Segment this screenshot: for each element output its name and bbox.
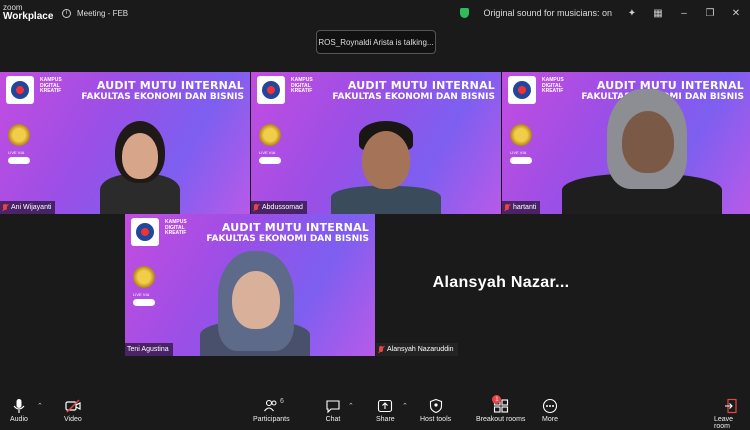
shield-icon [429,398,442,414]
banner-subtitle: FAKULTAS EKONOMI DAN BISNIS [206,234,369,244]
participant-name: Alansyah Nazaruddin [387,346,454,353]
audio-button[interactable]: Audio [10,398,28,423]
zoom-tag [133,299,155,306]
participant-name: Ani Wijayanti [11,204,52,211]
banner-subtitle: FAKULTAS EKONOMI DAN BISNIS [81,92,244,102]
banner-subtitle: FAKULTAS EKONOMI DAN BISNIS [332,92,495,102]
meeting-toolbar: Audio ⌃ Video Participants 6 Chat ⌃ Shar… [0,395,750,430]
zoom-logo: zoom Workplace [0,4,58,22]
shield-icon[interactable] [460,8,470,18]
university-logo [257,76,285,104]
live-via-label: LIVE VIA [510,150,527,155]
microphone-icon [13,399,25,413]
live-via-label: LIVE VIA [259,150,276,155]
participant-video [200,251,310,356]
participant-name: Abdussomad [262,204,303,211]
participants-button[interactable]: Participants [253,398,290,423]
participants-icon [264,399,277,412]
more-icon [542,398,558,414]
medal-icon [8,124,30,146]
kampus-label: KAMPUS DIGITAL KREATIF [542,77,564,94]
banner-title: AUDIT MUTU INTERNAL [96,79,244,92]
university-logo [6,76,34,104]
mic-muted-icon [2,203,8,212]
university-logo [508,76,536,104]
share-options-chevron-icon[interactable]: ⌃ [402,402,408,410]
participant-video [95,119,185,214]
medal-icon [259,124,281,146]
leave-door-icon [725,398,737,414]
info-icon[interactable]: i [62,8,71,18]
kampus-label: KAMPUS DIGITAL KREATIF [40,77,62,94]
name-label: Abdussomad [251,201,307,214]
talking-indicator: ROS_Roynaldi Arista is talking... [316,30,436,54]
minimize-icon[interactable]: – [678,8,690,19]
video-tile-hartanti[interactable]: KAMPUS DIGITAL KREATIF LIVE VIA AUDIT MUTU… [502,72,750,214]
wand-icon[interactable]: ✦ [626,8,638,19]
mic-muted-icon [378,345,384,354]
name-label: Alansyah Nazaruddin [376,343,458,356]
original-sound-status[interactable]: Original sound for musicians: on [483,8,612,18]
kampus-label: KAMPUS DIGITAL KREATIF [291,77,313,94]
live-via-label: LIVE VIA [133,292,150,297]
name-label: Teni Agustina [125,343,173,356]
mic-muted-icon [253,203,259,212]
audio-options-chevron-icon[interactable]: ⌃ [37,402,43,410]
host-tools-button[interactable]: Host tools [420,398,451,423]
participants-count: 6 [280,398,284,405]
video-tile-abdussomad[interactable]: KAMPUS DIGITAL KREATIF LIVE VIA AUDIT MUTU… [251,72,501,214]
share-button[interactable]: Share [376,398,395,423]
breakout-rooms-button[interactable]: 1 Breakout rooms [476,395,525,423]
banner-title: AUDIT MUTU INTERNAL [347,79,495,92]
chat-icon [326,400,340,414]
name-label: Ani Wijayanti [0,201,56,214]
banner-title: AUDIT MUTU INTERNAL [221,221,369,234]
video-tile-alansyah[interactable]: Alansyah Nazar... Alansyah Nazaruddin [376,214,626,356]
close-icon[interactable]: ✕ [730,8,742,19]
chat-options-chevron-icon[interactable]: ⌃ [348,402,354,410]
grid-view-icon[interactable]: ▦ [652,8,664,19]
leave-room-button[interactable]: Leave room [714,398,750,430]
chat-button[interactable]: Chat [325,398,341,423]
kampus-label: KAMPUS DIGITAL KREATIF [165,219,187,236]
participant-video [562,89,722,214]
medal-icon [510,124,532,146]
video-button[interactable]: Video [64,398,82,423]
meeting-info[interactable]: i Meeting - FEB [62,8,129,18]
share-screen-icon [378,399,393,413]
video-tile-ani[interactable]: KAMPUS DIGITAL KREATIF LIVE VIA AUDIT MUTU… [0,72,250,214]
meeting-title: Meeting - FEB [77,8,129,18]
participant-video [331,119,441,214]
title-bar: zoom Workplace i Meeting - FEB Original … [0,0,750,26]
zoom-tag [510,157,532,164]
mic-muted-icon [504,203,510,212]
zoom-tag [259,157,281,164]
university-logo [131,218,159,246]
medal-icon [133,266,155,288]
live-via-label: LIVE VIA [8,150,25,155]
name-label: hartanti [502,201,541,214]
brand-bottom: Workplace [3,11,54,22]
video-tile-teni[interactable]: KAMPUS DIGITAL KREATIF LIVE VIA AUDIT MUTU… [125,214,375,356]
video-off-icon [65,399,81,413]
participant-display-name: Alansyah Nazar... [432,274,570,291]
zoom-tag [8,157,30,164]
participant-name: hartanti [513,204,537,211]
restore-icon[interactable]: ❐ [704,8,716,19]
participant-name: Teni Agustina [127,346,169,353]
more-button[interactable]: More [542,398,558,423]
